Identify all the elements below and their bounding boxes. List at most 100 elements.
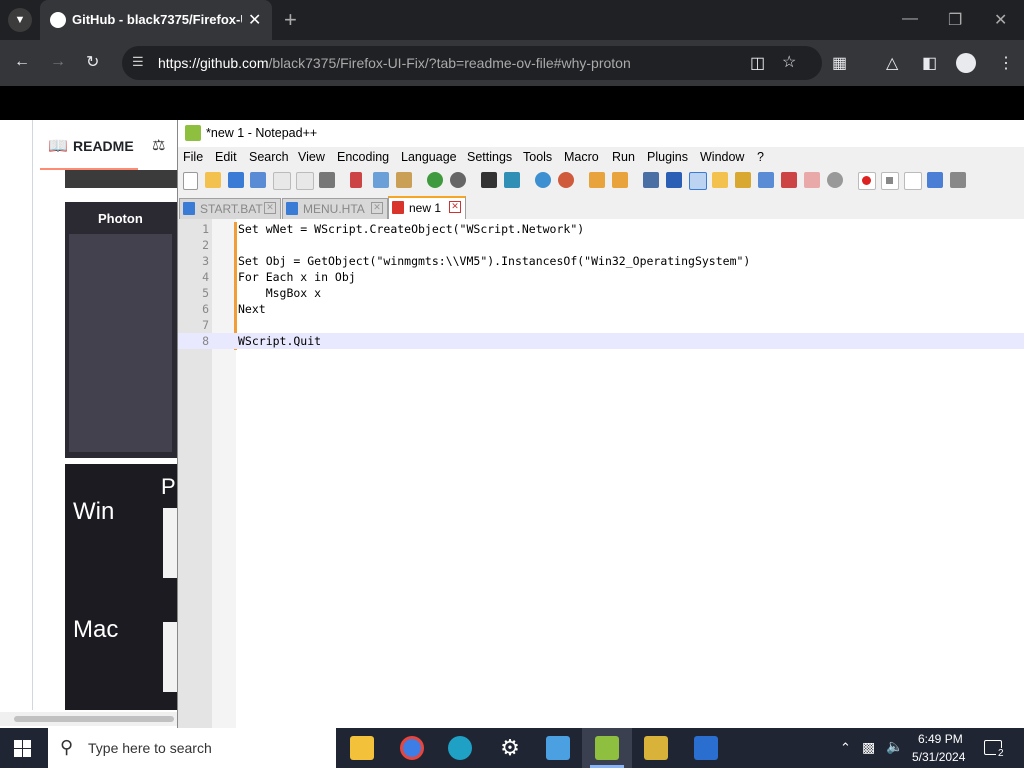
- tab-close-icon[interactable]: ✕: [264, 202, 276, 214]
- cut-icon[interactable]: [350, 172, 362, 188]
- restore-button[interactable]: ❐: [948, 10, 962, 30]
- code-line[interactable]: 2: [178, 237, 1024, 253]
- code-line[interactable]: 1 Set wNet = WScript.CreateObject("WScrip…: [178, 221, 1024, 237]
- code-text[interactable]: Set Obj = GetObject("winmgmts:\\VM5").In…: [238, 253, 750, 269]
- tab-search-button[interactable]: ▼: [8, 8, 32, 32]
- code-line[interactable]: 7: [178, 317, 1024, 333]
- word-wrap-icon[interactable]: [643, 172, 659, 188]
- indent-guide-icon[interactable]: [689, 172, 707, 190]
- clock-date[interactable]: 5/31/2024: [912, 750, 965, 764]
- taskbar-search-box[interactable]: ⚲ Type here to search: [48, 728, 336, 768]
- menu-plugins[interactable]: Plugins: [647, 150, 688, 164]
- user-language-icon[interactable]: [712, 172, 728, 188]
- function-list-icon[interactable]: [781, 172, 797, 188]
- remote-desktop-icon[interactable]: [546, 736, 570, 760]
- code-line[interactable]: 3 Set Obj = GetObject("winmgmts:\\VM5").I…: [178, 253, 1024, 269]
- reload-button[interactable]: ↻: [86, 52, 99, 72]
- minimize-button[interactable]: —: [902, 10, 918, 28]
- readme-tab[interactable]: README: [73, 138, 134, 154]
- code-text[interactable]: Next: [238, 301, 266, 317]
- menu-search[interactable]: Search: [249, 150, 289, 164]
- document-map-icon[interactable]: [735, 172, 751, 188]
- file-explorer-icon[interactable]: [350, 736, 374, 760]
- volume-muted-icon[interactable]: 🔈: [886, 738, 903, 755]
- undo-icon[interactable]: [427, 172, 443, 188]
- code-line-current[interactable]: 8 WScript.Quit: [178, 333, 1024, 349]
- copy-icon[interactable]: [373, 172, 389, 188]
- bookmark-star-icon[interactable]: ☆: [782, 52, 796, 72]
- clock-time[interactable]: 6:49 PM: [918, 732, 963, 746]
- tab-close-icon[interactable]: ✕: [449, 201, 461, 213]
- menu-edit[interactable]: Edit: [215, 150, 237, 164]
- save-icon[interactable]: [228, 172, 244, 188]
- menu-settings[interactable]: Settings: [467, 150, 512, 164]
- menu-window[interactable]: Window: [700, 150, 744, 164]
- sync-horizontal-icon[interactable]: [612, 172, 628, 188]
- show-hidden-icons-chevron-icon[interactable]: ⌃: [840, 740, 851, 756]
- extensions-icon[interactable]: ▦: [832, 53, 847, 73]
- address-bar[interactable]: ☰ https://github.com/black7375/Firefox-U…: [122, 46, 822, 80]
- horizontal-scrollbar[interactable]: [0, 712, 178, 726]
- save-macro-icon[interactable]: [950, 172, 966, 188]
- code-line[interactable]: 5 MsgBox x: [178, 285, 1024, 301]
- document-list-icon[interactable]: [758, 172, 774, 188]
- monitoring-icon[interactable]: [827, 172, 843, 188]
- new-tab-button[interactable]: +: [284, 7, 297, 33]
- labs-flask-icon[interactable]: △: [886, 53, 898, 73]
- code-text[interactable]: MsgBox x: [238, 285, 321, 301]
- replace-icon[interactable]: [504, 172, 520, 188]
- stop-macro-icon[interactable]: [881, 172, 899, 190]
- url-text[interactable]: https://github.com/black7375/Firefox-UI-…: [158, 55, 631, 71]
- code-text[interactable]: WScript.Quit: [238, 333, 321, 349]
- menu-help[interactable]: ?: [757, 150, 764, 164]
- record-macro-icon[interactable]: [858, 172, 876, 190]
- menu-macro[interactable]: Macro: [564, 150, 599, 164]
- network-icon[interactable]: ▩: [862, 739, 875, 756]
- forward-button[interactable]: →: [50, 53, 66, 71]
- code-editor[interactable]: 1 Set wNet = WScript.CreateObject("WScrip…: [178, 219, 1024, 728]
- menu-view[interactable]: View: [298, 150, 325, 164]
- zoom-out-icon[interactable]: [558, 172, 574, 188]
- print-icon[interactable]: [319, 172, 335, 188]
- menu-run[interactable]: Run: [612, 150, 635, 164]
- code-line[interactable]: 6 Next: [178, 301, 1024, 317]
- code-text[interactable]: Set wNet = WScript.CreateObject("WScript…: [238, 221, 584, 237]
- close-window-button[interactable]: ✕: [994, 10, 1007, 30]
- chrome-icon[interactable]: [400, 736, 424, 760]
- settings-gear-icon[interactable]: ⚙: [498, 736, 522, 760]
- npp-titlebar[interactable]: *new 1 - Notepad++: [178, 120, 1024, 147]
- tab-close-icon[interactable]: ✕: [248, 10, 261, 30]
- license-icon[interactable]: ⚖: [152, 136, 165, 154]
- install-app-icon[interactable]: ◫: [750, 53, 765, 73]
- script-editor-icon[interactable]: [644, 736, 668, 760]
- find-icon[interactable]: [481, 172, 497, 188]
- save-all-icon[interactable]: [250, 172, 266, 188]
- play-macro-icon[interactable]: [904, 172, 922, 190]
- powershell-icon[interactable]: [694, 736, 718, 760]
- npp-tab-new-1[interactable]: new 1 ✕: [388, 196, 466, 220]
- profile-avatar[interactable]: [956, 53, 976, 73]
- close-all-icon[interactable]: [296, 172, 314, 190]
- more-menu-icon[interactable]: ⋮: [998, 53, 1014, 73]
- redo-icon[interactable]: [450, 172, 466, 188]
- browser-tab-github[interactable]: GitHub - black7375/Firefox-UI-Fix ✕: [40, 0, 272, 40]
- menu-tools[interactable]: Tools: [523, 150, 552, 164]
- code-text[interactable]: For Each x in Obj: [238, 269, 356, 285]
- zoom-in-icon[interactable]: [535, 172, 551, 188]
- npp-tab-menu-hta[interactable]: MENU.HTA ✕: [282, 198, 388, 220]
- open-file-icon[interactable]: [205, 172, 221, 188]
- npp-tab-start-bat[interactable]: START.BAT ✕: [179, 198, 281, 220]
- site-info-icon[interactable]: ☰: [132, 54, 144, 70]
- folder-workspace-icon[interactable]: [804, 172, 820, 188]
- scrollbar-thumb[interactable]: [14, 716, 174, 722]
- run-macro-multiple-icon[interactable]: [927, 172, 943, 188]
- tab-close-icon[interactable]: ✕: [371, 202, 383, 214]
- show-all-chars-icon[interactable]: [666, 172, 682, 188]
- notepadpp-taskbar-item[interactable]: [582, 728, 632, 768]
- back-button[interactable]: ←: [14, 53, 30, 71]
- new-file-icon[interactable]: [183, 172, 198, 190]
- menu-encoding[interactable]: Encoding: [337, 150, 389, 164]
- menu-file[interactable]: File: [183, 150, 203, 164]
- side-panel-icon[interactable]: ◧: [922, 53, 937, 73]
- paste-icon[interactable]: [396, 172, 412, 188]
